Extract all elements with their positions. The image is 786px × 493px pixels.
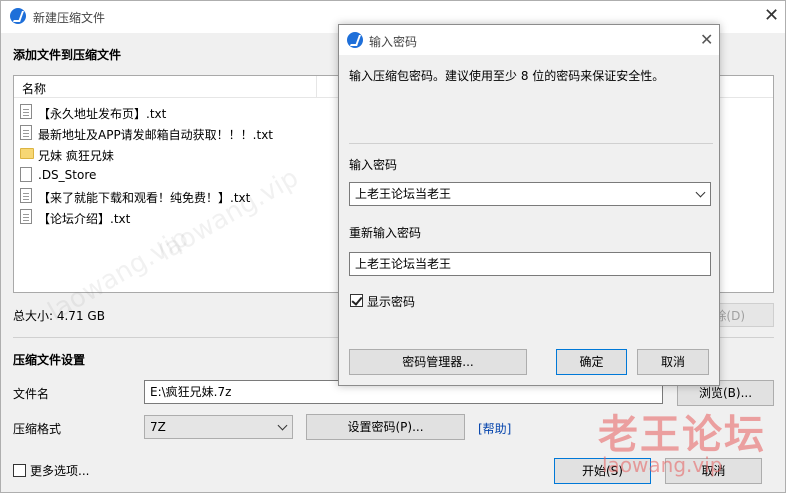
text-file-icon [20, 104, 32, 119]
file-name: 最新地址及APP请发邮箱自动获取！！！.txt [38, 128, 274, 142]
file-icon [20, 167, 32, 182]
column-name-header[interactable]: 名称 [22, 80, 46, 97]
text-file-icon [20, 188, 32, 203]
list-item[interactable]: 【永久地址发布页】.txt [20, 102, 340, 123]
format-select-value: 7Z [150, 420, 166, 434]
main-close-icon[interactable]: ✕ [764, 7, 779, 25]
text-file-icon [20, 209, 32, 224]
chevron-down-icon[interactable] [695, 187, 706, 198]
show-password-label[interactable]: 显示密码 [367, 293, 415, 310]
list-item[interactable]: 兄妹 疯狂兄妹 [20, 144, 340, 165]
column-separator[interactable] [316, 76, 317, 98]
folder-icon [20, 148, 34, 159]
password-dialog: 输入密码 ✕ 输入压缩包密码。建议使用至少 8 位的密码来保证安全性。 输入密码… [338, 24, 720, 386]
password-input[interactable]: 上老王论坛当老王 [349, 182, 711, 206]
dialog-logo-icon [347, 32, 363, 48]
dialog-divider [349, 143, 713, 144]
show-password-checkbox[interactable] [350, 294, 363, 307]
more-options-label[interactable]: 更多选项... [30, 462, 89, 479]
password-label: 输入密码 [349, 158, 398, 172]
chevron-down-icon [277, 420, 288, 431]
list-item[interactable]: 最新地址及APP请发邮箱自动获取！！！.txt [20, 123, 340, 144]
password-input-value: 上老王论坛当老王 [355, 187, 452, 201]
password-manager-button[interactable]: 密码管理器... [349, 349, 527, 375]
app-logo-icon [10, 8, 26, 24]
dialog-description: 输入压缩包密码。建议使用至少 8 位的密码来保证安全性。 [349, 69, 665, 83]
watermark-brand: 老王论坛 [598, 412, 766, 458]
format-label: 压缩格式 [13, 422, 62, 436]
confirm-password-label: 重新输入密码 [349, 226, 422, 240]
file-name: 【永久地址发布页】.txt [38, 107, 167, 121]
help-link[interactable]: [帮助] [478, 420, 511, 437]
file-name: 兄妹 疯狂兄妹 [38, 149, 114, 163]
watermark-url: laowang.vip [602, 453, 723, 477]
file-name: .DS_Store [38, 168, 97, 182]
more-options-checkbox[interactable] [13, 464, 26, 477]
dialog-titlebar: 输入密码 ✕ [339, 25, 719, 55]
dialog-title: 输入密码 [369, 35, 418, 49]
file-name: 【论坛介绍】.txt [38, 212, 131, 226]
confirm-password-input[interactable]: 上老王论坛当老王 [349, 252, 711, 276]
format-select[interactable]: 7Z [144, 415, 293, 439]
add-files-section-title: 添加文件到压缩文件 [13, 48, 122, 62]
settings-section-title: 压缩文件设置 [13, 353, 86, 367]
dialog-cancel-button[interactable]: 取消 [637, 349, 709, 375]
dialog-ok-button[interactable]: 确定 [556, 349, 627, 375]
set-password-button[interactable]: 设置密码(P)... [306, 414, 465, 440]
main-window-title: 新建压缩文件 [33, 11, 106, 25]
text-file-icon [20, 125, 32, 140]
filename-label: 文件名 [13, 387, 50, 401]
dialog-close-icon[interactable]: ✕ [700, 31, 713, 49]
